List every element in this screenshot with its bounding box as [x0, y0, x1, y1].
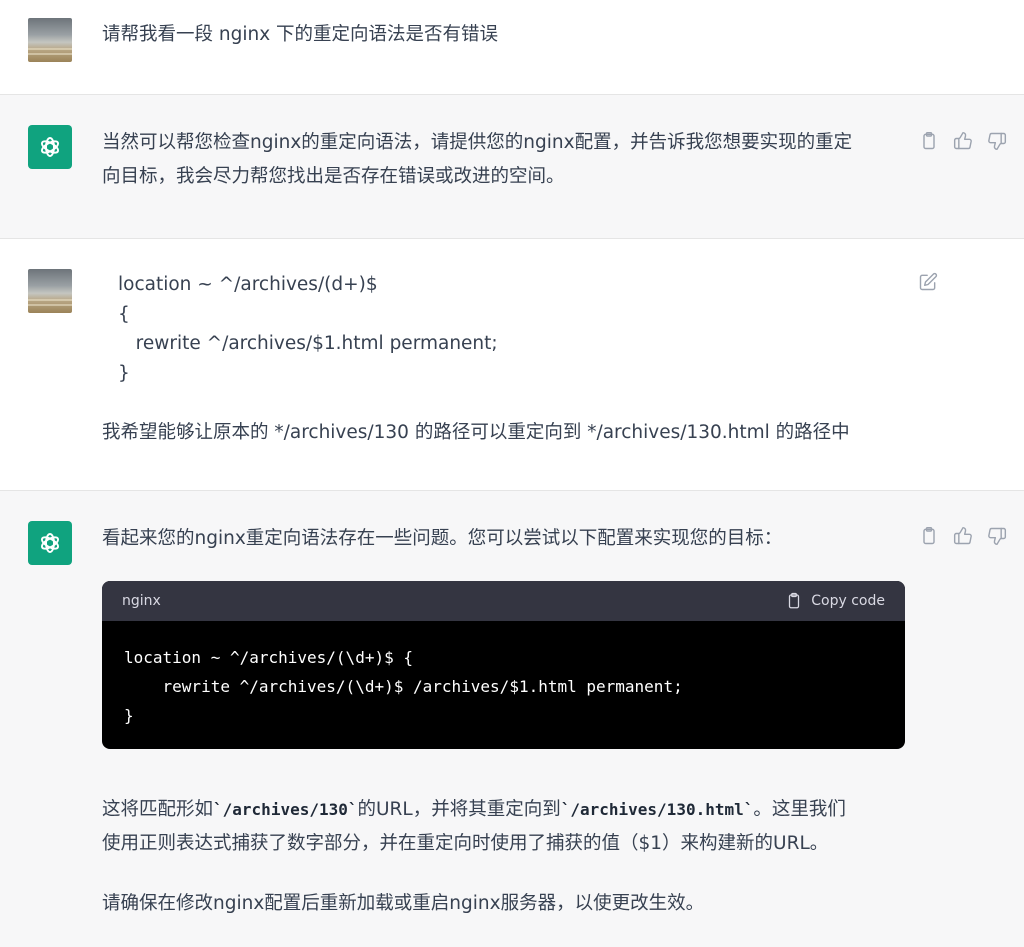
user-config-text: location ~ ^/archives/(d+)$ { rewrite ^/…: [118, 270, 918, 388]
user-avatar: [28, 18, 72, 62]
config-line-1: location ~ ^/archives/(d+)$: [118, 274, 378, 295]
explanation-text: 。这里我们: [753, 799, 846, 820]
config-line-3: rewrite ^/archives/$1.html permanent;: [118, 333, 498, 354]
copy-code-label: Copy code: [811, 593, 885, 609]
assistant-message-row-2: 看起来您的nginx重定向语法存在一些问题。您可以尝试以下配置来实现您的目标： …: [0, 490, 1024, 947]
code-line-2: rewrite ^/archives/(\d+)$ /archives/$1.h…: [124, 677, 683, 696]
edit-icon[interactable]: [918, 272, 940, 294]
user-message-row-2: location ~ ^/archives/(d+)$ { rewrite ^/…: [0, 238, 1024, 490]
explanation-line-2: 使用正则表达式捕获了数字部分，并在重定向时使用了捕获的值（$1）来构建新的URL…: [102, 833, 829, 854]
assistant-intro-text: 看起来您的nginx重定向语法存在一些问题。您可以尝试以下配置来实现您的目标：: [102, 528, 783, 549]
explanation-text: 的URL，并将其重定向到: [357, 799, 561, 820]
thumbs-up-icon[interactable]: [952, 130, 974, 152]
inline-code: `/archives/130.html`: [560, 800, 754, 819]
clipboard-icon[interactable]: [918, 525, 940, 547]
thumbs-down-icon[interactable]: [986, 525, 1008, 547]
explanation-line-1: 这将匹配形如`/archives/130`的URL，并将其重定向到`/archi…: [102, 793, 902, 827]
code-line-3: }: [124, 706, 134, 725]
code-block-header: nginx Copy code: [102, 581, 905, 621]
explanation-paragraph-2: 请确保在修改nginx配置后重新加载或重启nginx服务器，以使更改生效。: [102, 893, 705, 914]
clipboard-icon[interactable]: [918, 130, 940, 152]
user-request-text: 我希望能够让原本的 */archives/130 的路径可以重定向到 */arc…: [102, 422, 850, 443]
message-actions: [918, 525, 1008, 547]
explanation-text: 这将匹配形如: [102, 799, 214, 820]
assistant-line-2: 向目标，我会尽力帮您找出是否存在错误或改进的空间。: [102, 166, 565, 187]
thumbs-up-icon[interactable]: [952, 525, 974, 547]
message-actions: [918, 130, 1008, 152]
openai-logo-icon: [28, 521, 72, 565]
assistant-explanation: 这将匹配形如`/archives/130`的URL，并将其重定向到`/archi…: [102, 793, 902, 921]
assistant-message-text: 当然可以帮您检查nginx的重定向语法，请提供您的nginx配置，并告诉我您想要…: [102, 126, 902, 194]
code-line-1: location ~ ^/archives/(\d+)$ {: [124, 648, 413, 667]
user-message-row-1: 请帮我看一段 nginx 下的重定向语法是否有错误: [0, 0, 1024, 94]
assistant-line-1: 当然可以帮您检查nginx的重定向语法，请提供您的nginx配置，并告诉我您想要…: [102, 132, 853, 153]
code-language-label: nginx: [122, 593, 161, 609]
thumbs-down-icon[interactable]: [986, 130, 1008, 152]
user-avatar: [28, 269, 72, 313]
code-block: nginx Copy code location ~ ^/archives/(\…: [102, 581, 905, 749]
inline-code: `/archives/130`: [213, 800, 358, 819]
assistant-message-row-1: 当然可以帮您检查nginx的重定向语法，请提供您的nginx配置，并告诉我您想要…: [0, 94, 1024, 238]
copy-code-button[interactable]: Copy code: [785, 592, 885, 610]
openai-logo-icon: [28, 125, 72, 169]
clipboard-icon: [789, 592, 800, 609]
config-line-2: {: [118, 303, 130, 325]
config-line-4: }: [118, 362, 130, 384]
code-body: location ~ ^/archives/(\d+)$ { rewrite ^…: [102, 621, 905, 730]
user-message-text: 请帮我看一段 nginx 下的重定向语法是否有错误: [102, 24, 499, 45]
